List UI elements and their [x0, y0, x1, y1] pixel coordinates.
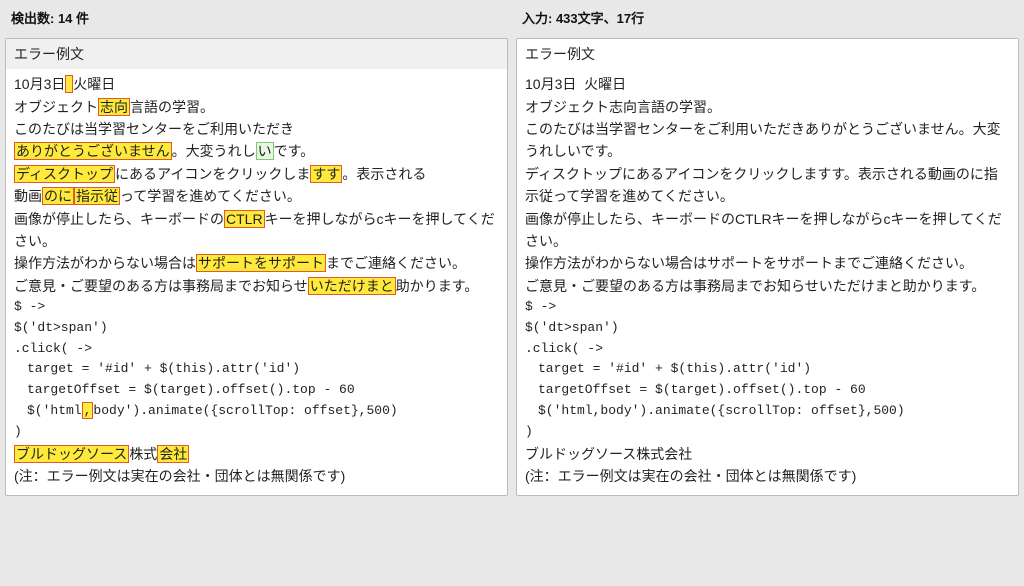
text: です。 [274, 143, 315, 159]
highlight-yellow[interactable]: ブルドッグソース [14, 445, 129, 463]
right-line-3: このたびは当学習センターをご利用いただきありがとうございません。大変うれしいです… [525, 118, 1010, 163]
left-line-1: 10月3日 火曜日 [14, 73, 499, 95]
left-code-5: targetOffset = $(target).offset().top - … [14, 380, 499, 401]
highlight-yellow[interactable]: 会社 [157, 445, 189, 463]
left-line-7: 画像が停止したら、キーボードのCTLRキーを押しながらcキーを押してください。 [14, 208, 499, 253]
left-line-6: 動画のに指示従って学習を進めてください。 [14, 185, 499, 207]
left-code-3: .click( -> [14, 339, 499, 360]
left-code-6: $('html,body').animate({scrollTop: offse… [14, 401, 499, 422]
text: 。表示される [342, 166, 426, 182]
text: ご意見・ご要望のある方は事務局までお知らせ [14, 278, 308, 294]
text: 10月3日 [14, 76, 65, 92]
left-code-2: $('dt>span') [14, 318, 499, 339]
left-title: エラー例文 [6, 39, 507, 69]
right-line-8: ブルドッグソース株式会社 [525, 443, 1010, 465]
right-code-6: $('html,body').animate({scrollTop: offse… [525, 401, 1010, 422]
text: 画像が停止したら、キーボードの [14, 211, 224, 227]
highlight-yellow[interactable]: CTLR [224, 210, 265, 228]
left-line-11: (注：エラー例文は実在の会社・団体とは無関係です) [14, 465, 499, 487]
text: 。大変うれし [172, 143, 256, 159]
text: body').animate({scrollTop: offset},500) [93, 403, 397, 418]
right-title: エラー例文 [517, 39, 1018, 69]
highlight-green[interactable]: い [256, 142, 274, 160]
left-code-4: target = '#id' + $(this).attr('id') [14, 359, 499, 380]
left-line-3: このたびは当学習センターをご利用いただき [14, 118, 499, 140]
highlight-yellow[interactable]: , [82, 402, 94, 419]
right-line-4: ディスクトップにあるアイコンをクリックしますす。表示される動画のに指示従って学習… [525, 163, 1010, 208]
right-code-2: $('dt>span') [525, 318, 1010, 339]
text: 操作方法がわからない場合は [14, 255, 196, 271]
right-line-5: 画像が停止したら、キーボードのCTLRキーを押しながらcキーを押してください。 [525, 208, 1010, 253]
left-line-10: ブルドッグソース株式会社 [14, 443, 499, 465]
left-line-8: 操作方法がわからない場合はサポートをサポートまでご連絡ください。 [14, 252, 499, 274]
right-code-3: .click( -> [525, 339, 1010, 360]
left-code-1: $ -> [14, 297, 499, 318]
text: にあるアイコンをクリックしま [115, 166, 310, 182]
right-line-6: 操作方法がわからない場合はサポートをサポートまでご連絡ください。 [525, 252, 1010, 274]
left-card: エラー例文 10月3日 火曜日 オブジェクト志向言語の学習。 このたびは当学習セ… [5, 38, 508, 497]
highlight-yellow[interactable]: サポートをサポート [196, 254, 326, 272]
left-code-7: ) [14, 422, 499, 443]
right-line-7: ご意見・ご要望のある方は事務局までお知らせいただけまと助かります。 [525, 275, 1010, 297]
text: 動画 [14, 188, 42, 204]
right-line-2: オブジェクト志向言語の学習。 [525, 96, 1010, 118]
left-pane: 検出数: 14 件 エラー例文 10月3日 火曜日 オブジェクト志向言語の学習。… [5, 5, 508, 496]
right-line-9: (注：エラー例文は実在の会社・団体とは無関係です) [525, 465, 1010, 487]
left-header: 検出数: 14 件 [5, 5, 508, 38]
right-card: エラー例文 10月3日 火曜日 オブジェクト志向言語の学習。 このたびは当学習セ… [516, 38, 1019, 497]
left-line-5: ディスクトップにあるアイコンをクリックしますす。表示される [14, 163, 499, 185]
right-pane: 入力: 433文字、17行 エラー例文 10月3日 火曜日 オブジェクト志向言語… [516, 5, 1019, 496]
text: $('html [27, 403, 82, 418]
highlight-yellow[interactable]: ディスクトップ [14, 165, 115, 183]
right-code-7: ) [525, 422, 1010, 443]
left-line-4: ありがとうございません。大変うれしいです。 [14, 140, 499, 162]
highlight-yellow[interactable]: いただけまと [308, 277, 396, 295]
text: って学習を進めてください。 [120, 188, 301, 204]
highlight-yellow[interactable]: ありがとうございません [14, 142, 172, 160]
right-code-5: targetOffset = $(target).offset().top - … [525, 380, 1010, 401]
text: 言語の学習。 [130, 99, 214, 115]
main-container: 検出数: 14 件 エラー例文 10月3日 火曜日 オブジェクト志向言語の学習。… [5, 5, 1019, 496]
text: 火曜日 [73, 76, 115, 92]
right-line-1: 10月3日 火曜日 [525, 73, 1010, 95]
highlight-yellow[interactable]: 志向 [98, 98, 130, 116]
text: オブジェクト [14, 99, 98, 115]
text: 助かります。 [396, 278, 479, 294]
highlight-yellow[interactable]: すす [310, 165, 342, 183]
text: までご連絡ください。 [326, 255, 466, 271]
left-line-9: ご意見・ご要望のある方は事務局までお知らせいただけまと助かります。 [14, 275, 499, 297]
right-code-4: target = '#id' + $(this).attr('id') [525, 359, 1010, 380]
left-line-2: オブジェクト志向言語の学習。 [14, 96, 499, 118]
right-code-1: $ -> [525, 297, 1010, 318]
highlight-yellow[interactable]: のに [42, 187, 74, 205]
highlight-yellow[interactable]: 指示従 [74, 187, 120, 205]
right-header: 入力: 433文字、17行 [516, 5, 1019, 38]
text: 株式 [129, 446, 157, 462]
